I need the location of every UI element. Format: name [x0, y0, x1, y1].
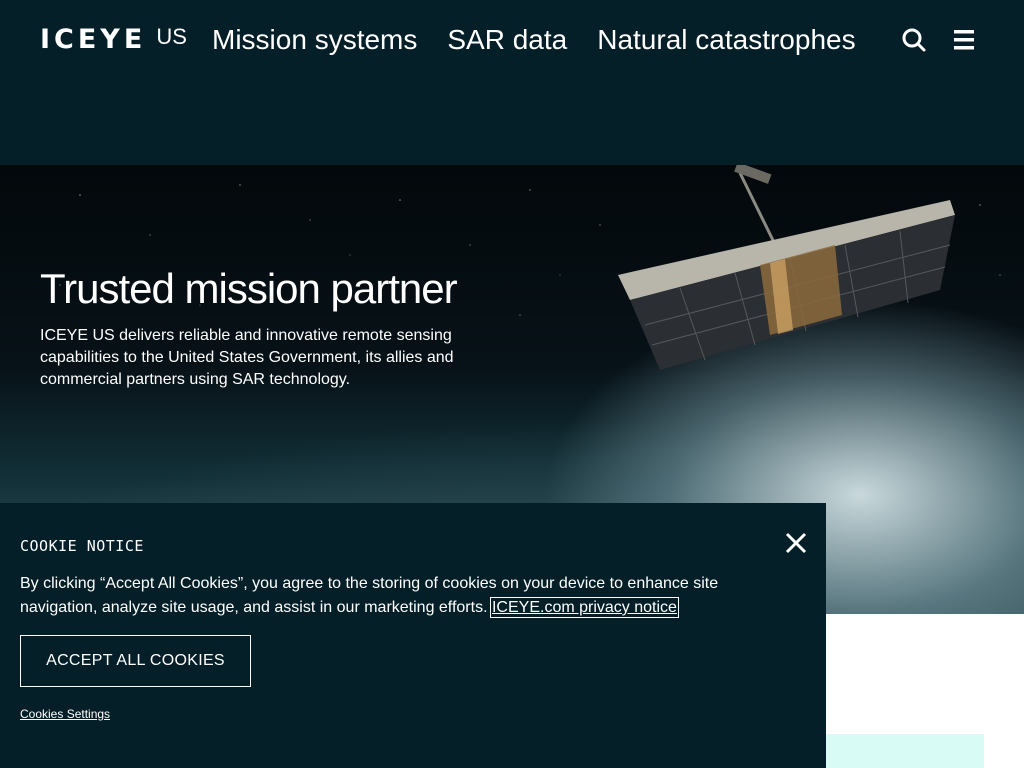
search-button[interactable] — [900, 26, 928, 54]
close-icon — [785, 532, 807, 554]
accept-all-cookies-button[interactable]: ACCEPT ALL COOKIES — [20, 635, 251, 687]
content-card-edge — [826, 734, 984, 768]
main-nav: Mission systems SAR data Natural catastr… — [212, 22, 856, 58]
privacy-notice-link[interactable]: ICEYE.com privacy notice — [489, 597, 679, 618]
site-header: ICEYE US Mission systems SAR data Natura… — [0, 0, 1024, 165]
logo-wordmark: ICEYE — [40, 24, 147, 55]
iceye-us-logo[interactable]: ICEYE US — [40, 24, 187, 56]
cookie-notice-banner: COOKIE NOTICE By clicking “Accept All Co… — [0, 503, 826, 768]
cookies-settings-link[interactable]: Cookies Settings — [20, 707, 110, 721]
cookie-notice-title: COOKIE NOTICE — [20, 537, 144, 555]
nav-mission-systems[interactable]: Mission systems — [212, 22, 417, 58]
cookie-notice-text: By clicking “Accept All Cookies”, you ag… — [20, 572, 780, 620]
nav-natural-catastrophes[interactable]: Natural catastrophes — [597, 22, 855, 58]
logo-suffix: US — [156, 24, 187, 49]
cookie-close-button[interactable] — [784, 531, 808, 555]
hamburger-menu-icon — [954, 30, 974, 50]
nav-sar-data[interactable]: SAR data — [447, 22, 567, 58]
search-icon — [902, 28, 926, 52]
menu-button[interactable] — [950, 26, 978, 54]
hero-title: Trusted mission partner — [40, 265, 458, 312]
hero-description: ICEYE US delivers reliable and innovativ… — [40, 327, 454, 388]
satellite-image — [618, 165, 955, 370]
